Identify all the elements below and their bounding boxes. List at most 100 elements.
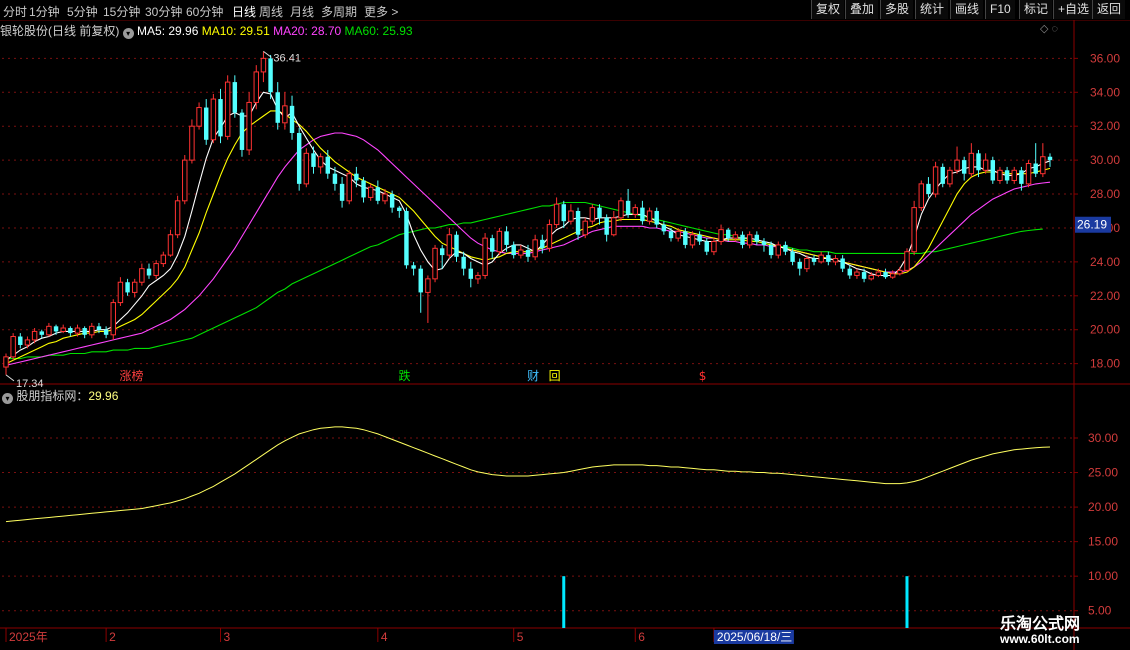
overlay-button[interactable]: 叠加 — [845, 0, 879, 19]
candle-body — [553, 203, 560, 226]
candle-body — [811, 258, 817, 262]
ma5-label: MA5: 29.96 — [137, 24, 199, 38]
candle-body — [683, 231, 688, 245]
multi-stock-button[interactable]: 多股 — [880, 0, 914, 19]
candle-body — [632, 207, 638, 215]
tab-monthly[interactable]: 月线 — [290, 3, 314, 20]
candle-body — [1025, 163, 1032, 185]
diamond-icon[interactable]: ◇ — [1040, 23, 1048, 35]
candle-body — [504, 231, 509, 245]
event-markers: 涨榜 跌 财回 $ — [120, 368, 707, 383]
tab-15min[interactable]: 15分钟 — [103, 3, 140, 20]
tab-daily[interactable]: 日线 — [232, 3, 256, 20]
candle-body — [96, 326, 102, 330]
candle-body — [153, 263, 159, 276]
indicator-line — [5, 426, 1051, 523]
candle-body — [982, 159, 989, 171]
candle-body — [847, 268, 852, 276]
candle-body — [89, 325, 95, 336]
statistics-button[interactable]: 统计 — [915, 0, 949, 19]
chevron-down-icon[interactable]: ▾ — [122, 28, 134, 39]
candle-body — [911, 207, 917, 253]
settings-icon[interactable]: ◌ — [1052, 23, 1059, 35]
candle-body — [354, 173, 359, 181]
tab-60min[interactable]: 60分钟 — [186, 3, 223, 20]
candle-body — [889, 273, 896, 278]
candle-body — [325, 156, 330, 174]
candle-body — [375, 187, 381, 201]
adjust-button[interactable]: 复权 — [811, 0, 845, 19]
candle-body — [1011, 169, 1017, 181]
ma60-label: MA60: 25.93 — [344, 24, 413, 38]
candle-body — [840, 258, 845, 269]
candle-body — [740, 234, 745, 245]
indicator-tick-label: 5.00 — [1088, 604, 1112, 618]
candle-body — [482, 237, 488, 276]
candle-body — [174, 200, 181, 236]
candle-body — [561, 204, 566, 222]
candle-body — [218, 99, 223, 137]
stock-chart[interactable]: 36.4117.34 36.0034.0032.0030.0028.0026.0… — [0, 20, 1130, 650]
candle-body — [196, 107, 202, 127]
candle-body — [311, 153, 316, 167]
candle-body — [689, 234, 696, 246]
candle-body — [167, 234, 174, 256]
tab-multi-period[interactable]: 多周期 — [321, 3, 357, 20]
current-price-label: 26.19 — [1077, 218, 1107, 232]
candle-body — [797, 261, 802, 269]
tab-weekly[interactable]: 周线 — [259, 3, 283, 20]
candle-body — [589, 207, 596, 222]
indicator-tick-label: 10.00 — [1088, 569, 1118, 583]
ma10-line — [5, 110, 1051, 365]
candle-body — [726, 229, 731, 239]
watermark-title: 乐淘公式网 — [1000, 614, 1081, 633]
indicator-tick-label: 20.00 — [1088, 500, 1118, 514]
candle-body — [832, 257, 839, 263]
candle-body — [454, 234, 459, 257]
tab-more[interactable]: 更多 > — [364, 3, 398, 20]
indicator-tick-label: 30.00 — [1088, 431, 1118, 445]
candle-body — [289, 105, 295, 133]
indicator-name[interactable]: 股朋指标网： — [16, 389, 88, 403]
draw-line-button[interactable]: 画线 — [950, 0, 984, 19]
ma60-line — [6, 201, 1043, 360]
add-watchlist-button[interactable]: +自选 — [1053, 0, 1094, 19]
candle-body — [582, 220, 588, 236]
candle-body — [646, 210, 653, 222]
candle-body — [446, 234, 453, 256]
mark-button[interactable]: 标记 — [1019, 0, 1053, 19]
signal-bar — [905, 576, 909, 628]
tab-5min[interactable]: 5分钟 — [67, 3, 98, 20]
stock-title[interactable]: 银轮股份(日线 前复权) — [0, 24, 119, 38]
chevron-down-icon[interactable]: ▾ — [2, 393, 13, 404]
candle-body — [804, 257, 810, 270]
high-pointer — [263, 50, 272, 58]
candle-body — [425, 278, 431, 293]
back-button[interactable]: 返回 — [1092, 0, 1126, 19]
candle-body — [146, 268, 152, 276]
ma-legend: 银轮股份(日线 前复权) ▾ MA5: 29.96 MA10: 29.51 MA… — [0, 22, 413, 39]
tab-30min[interactable]: 30分钟 — [145, 3, 182, 20]
tab-1min[interactable]: 1分钟 — [29, 3, 60, 20]
candle-body — [418, 268, 423, 293]
candle-body — [511, 244, 516, 256]
candle-body — [611, 217, 617, 236]
event-marker: 财 — [527, 369, 539, 383]
candle-body — [210, 98, 217, 141]
f10-button[interactable]: F10 — [985, 0, 1015, 19]
price-tick-label: 30.00 — [1090, 153, 1120, 167]
candle-body — [18, 336, 23, 345]
candle-body — [990, 160, 996, 181]
price-tick-label: 18.00 — [1090, 357, 1120, 371]
time-label: 2 — [109, 630, 116, 644]
candle-body — [24, 339, 31, 346]
candle-body — [775, 244, 781, 256]
watermark-url: www.60lt.com — [1000, 632, 1080, 646]
signal-bar — [562, 576, 566, 628]
candle-body — [332, 173, 338, 184]
candle-body — [897, 269, 903, 275]
time-label: 2025年 — [9, 630, 48, 644]
tab-intraday[interactable]: 分时 — [3, 3, 27, 20]
candle-body — [53, 326, 59, 332]
time-label: 6 — [638, 630, 645, 644]
